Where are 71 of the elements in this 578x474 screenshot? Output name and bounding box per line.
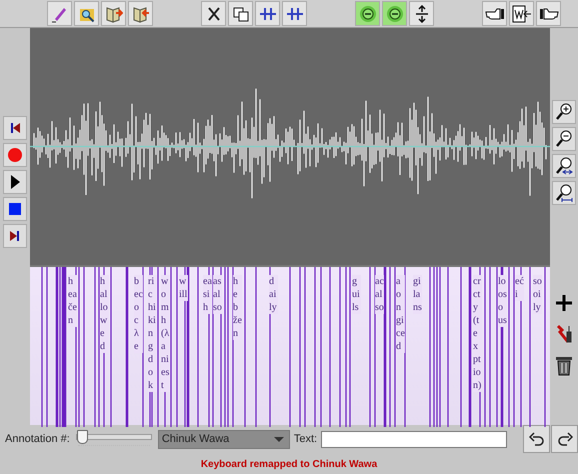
- cut-button[interactable]: [201, 1, 226, 26]
- minus-circle-button[interactable]: [355, 1, 380, 26]
- book-arrow-button[interactable]: [128, 1, 153, 26]
- stop-icon: [8, 202, 22, 216]
- play-button[interactable]: [3, 170, 27, 194]
- skip-end-icon: [8, 229, 22, 243]
- redo-button[interactable]: [551, 425, 578, 453]
- pointing-hand-button[interactable]: [536, 1, 561, 26]
- undo-icon: [528, 432, 544, 446]
- zoom-icon: [555, 157, 573, 175]
- annotation-label[interactable]: becocλe: [134, 275, 143, 353]
- annotation-label[interactable]: daily: [269, 275, 278, 314]
- plus-icon: [555, 294, 573, 312]
- play-icon: [8, 174, 22, 190]
- zoom-icon: [555, 184, 573, 202]
- dropdown-arrow-icon: [274, 436, 284, 442]
- annotation-label[interactable]: gilans: [413, 275, 422, 314]
- skip-start-icon: [8, 121, 22, 135]
- zoom-button[interactable]: [552, 181, 576, 205]
- pointing-hand-icon: [484, 6, 506, 22]
- annotation-label[interactable]: hebžen: [233, 275, 242, 340]
- pen-button[interactable]: [47, 1, 72, 26]
- redo-icon: [556, 432, 572, 446]
- zoom-out-icon: [555, 130, 573, 148]
- skip-start-button[interactable]: [3, 116, 27, 140]
- annotation-label[interactable]: womh(λaniest: [161, 275, 170, 392]
- magnifier-folder-button[interactable]: [74, 1, 99, 26]
- annotation-label[interactable]: guils: [352, 275, 361, 314]
- annotation-label[interactable]: crcty(texption): [473, 275, 482, 392]
- trash-icon: [554, 354, 574, 376]
- zoom-button[interactable]: [552, 154, 576, 178]
- document-arrow-button[interactable]: [509, 1, 534, 26]
- merge-button[interactable]: [282, 1, 307, 26]
- annotation-label[interactable]: aongiced: [396, 275, 405, 353]
- annotation-label[interactable]: richikingdok: [148, 275, 157, 392]
- copy-icon: [232, 4, 250, 22]
- up-down-arrows-button[interactable]: [409, 1, 434, 26]
- annotation-label[interactable]: hallowed: [100, 275, 109, 353]
- slider-thumb[interactable]: [76, 430, 88, 444]
- minus-circle-icon: [358, 4, 376, 22]
- undo-button[interactable]: [523, 425, 550, 453]
- book-arrow-icon: [104, 4, 122, 22]
- copy-button[interactable]: [228, 1, 253, 26]
- zoom-in-icon: [555, 103, 573, 121]
- text-label: Text:: [294, 433, 318, 445]
- record-icon: [7, 147, 23, 163]
- annotation-label[interactable]: acalso: [375, 275, 384, 314]
- annotation-label[interactable]: easih: [203, 275, 212, 314]
- annotation-label[interactable]: sooily: [533, 275, 542, 314]
- book-arrow-icon: [132, 4, 150, 22]
- pointing-hand-icon: [538, 6, 560, 22]
- tools-icon: [554, 324, 574, 344]
- zoom-out-button[interactable]: [552, 127, 576, 151]
- annotation-number-label: Annotation #:: [5, 433, 70, 445]
- book-arrow-button[interactable]: [101, 1, 126, 26]
- language-dropdown[interactable]: Chinuk Wawa: [158, 430, 290, 448]
- status-message: Keyboard remapped to Chinuk Wawa: [200, 459, 378, 470]
- annotation-label[interactable]: asalso: [213, 275, 222, 314]
- annotation-label[interactable]: heačen: [68, 275, 77, 327]
- document-arrow-icon: [512, 4, 532, 22]
- minus-circle-icon: [386, 4, 404, 22]
- minus-circle-button[interactable]: [382, 1, 407, 26]
- zoom-in-button[interactable]: [552, 100, 576, 124]
- text-field[interactable]: [321, 430, 508, 448]
- annotation-label[interactable]: will: [179, 275, 188, 301]
- pointing-hand-button[interactable]: [482, 1, 507, 26]
- skip-end-button[interactable]: [3, 224, 27, 248]
- stop-button[interactable]: [3, 197, 27, 221]
- split-button[interactable]: [255, 1, 280, 26]
- annotation-label[interactable]: eći: [515, 275, 524, 301]
- annotation-label[interactable]: loosous: [498, 275, 507, 327]
